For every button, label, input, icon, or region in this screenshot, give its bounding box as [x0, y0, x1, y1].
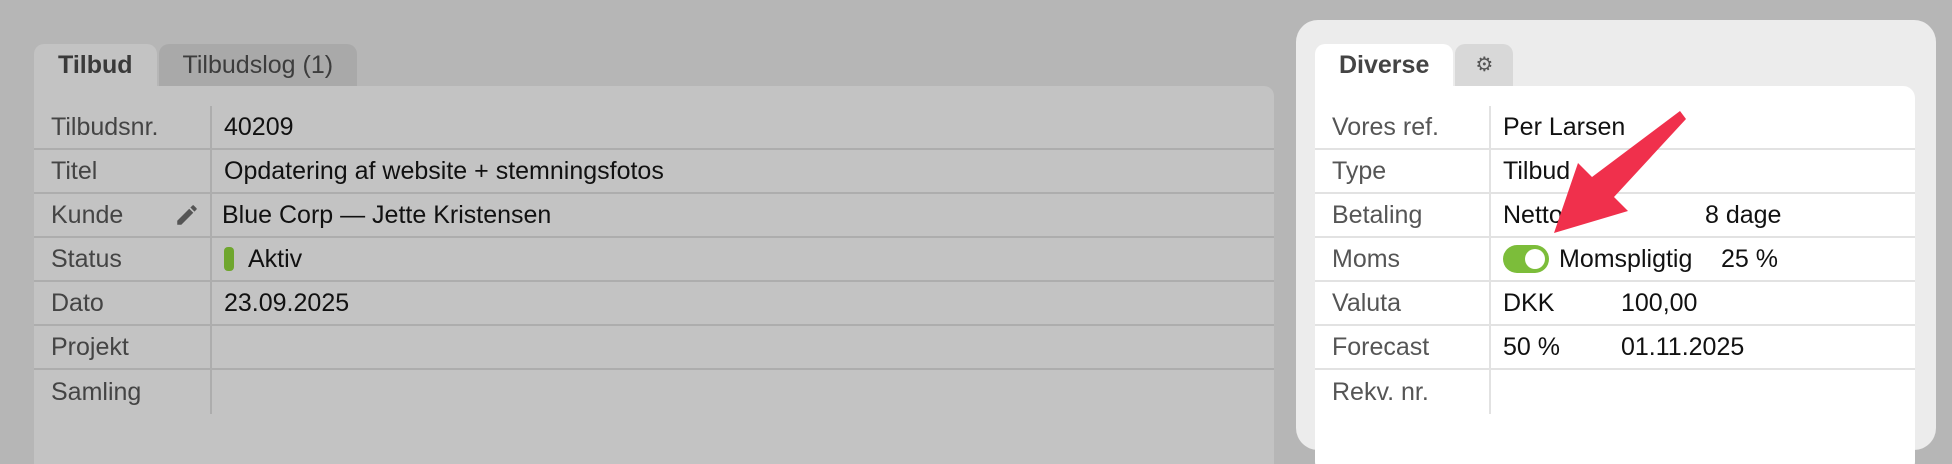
- label-titel: Titel: [34, 150, 212, 192]
- status-indicator: [224, 247, 234, 271]
- label-moms: Moms: [1315, 238, 1491, 280]
- row-forecast: Forecast 50 % 01.11.2025: [1315, 326, 1915, 370]
- label-samling: Samling: [34, 370, 212, 414]
- offer-panel: Tilbud Tilbudslog (1) Tilbudsnr. 40209 T…: [34, 44, 1274, 464]
- label-rekv-nr: Rekv. nr.: [1315, 370, 1491, 414]
- offer-tabs: Tilbud Tilbudslog (1): [34, 44, 1274, 86]
- row-samling: Samling: [34, 370, 1274, 414]
- payment-terms: 8 dage: [1705, 200, 1782, 229]
- row-rekv-nr: Rekv. nr.: [1315, 370, 1915, 414]
- offer-details-card: Tilbudsnr. 40209 Titel Opdatering af web…: [34, 86, 1274, 464]
- label-valuta: Valuta: [1315, 282, 1491, 324]
- tab-tilbudslog[interactable]: Tilbudslog (1): [158, 44, 358, 86]
- value-rekv-nr[interactable]: [1491, 370, 1503, 414]
- pencil-icon[interactable]: [174, 202, 200, 228]
- tab-tilbud[interactable]: Tilbud: [34, 44, 157, 86]
- tab-diverse[interactable]: Diverse: [1315, 44, 1454, 86]
- exchange-rate: 100,00: [1621, 288, 1698, 317]
- row-projekt: Projekt: [34, 326, 1274, 370]
- label-dato: Dato: [34, 282, 212, 324]
- value-projekt[interactable]: [212, 326, 224, 368]
- row-titel: Titel Opdatering af website + stemningsf…: [34, 150, 1274, 194]
- gear-icon[interactable]: ⚙: [1455, 44, 1514, 86]
- row-tilbudsnr: Tilbudsnr. 40209: [34, 106, 1274, 150]
- value-forecast[interactable]: 50 % 01.11.2025: [1491, 326, 1744, 368]
- label-status: Status: [34, 238, 212, 280]
- value-valuta[interactable]: DKK 100,00: [1491, 282, 1697, 324]
- value-dato[interactable]: 23.09.2025: [212, 282, 349, 324]
- label-betaling: Betaling: [1315, 194, 1491, 236]
- annotation-arrow-icon: [1554, 111, 1686, 233]
- label-kunde: Kunde: [34, 194, 212, 236]
- vat-rate[interactable]: 25 %: [1721, 245, 1778, 274]
- vat-toggle[interactable]: [1503, 245, 1549, 273]
- label-projekt: Projekt: [34, 326, 212, 368]
- value-tilbudsnr[interactable]: 40209: [212, 106, 294, 148]
- forecast-percent: 50 %: [1503, 332, 1560, 361]
- row-dato: Dato 23.09.2025: [34, 282, 1274, 326]
- currency-code: DKK: [1503, 288, 1555, 317]
- vat-label: Momspligtig: [1559, 244, 1693, 273]
- value-titel[interactable]: Opdatering af website + stemningsfotos: [212, 150, 664, 192]
- forecast-date: 01.11.2025: [1621, 332, 1745, 361]
- value-status[interactable]: Aktiv: [212, 238, 302, 280]
- label-forecast: Forecast: [1315, 326, 1491, 368]
- misc-tabs: Diverse ⚙: [1315, 44, 1915, 86]
- label-vores-ref: Vores ref.: [1315, 106, 1491, 148]
- value-samling[interactable]: [212, 370, 224, 414]
- row-kunde: Kunde Blue Corp — Jette Kristensen: [34, 194, 1274, 238]
- label-tilbudsnr: Tilbudsnr.: [34, 106, 212, 148]
- label-type: Type: [1315, 150, 1491, 192]
- row-status: Status Aktiv: [34, 238, 1274, 282]
- status-text: Aktiv: [248, 244, 303, 273]
- row-valuta: Valuta DKK 100,00: [1315, 282, 1915, 326]
- value-kunde[interactable]: Blue Corp — Jette Kristensen: [212, 194, 551, 236]
